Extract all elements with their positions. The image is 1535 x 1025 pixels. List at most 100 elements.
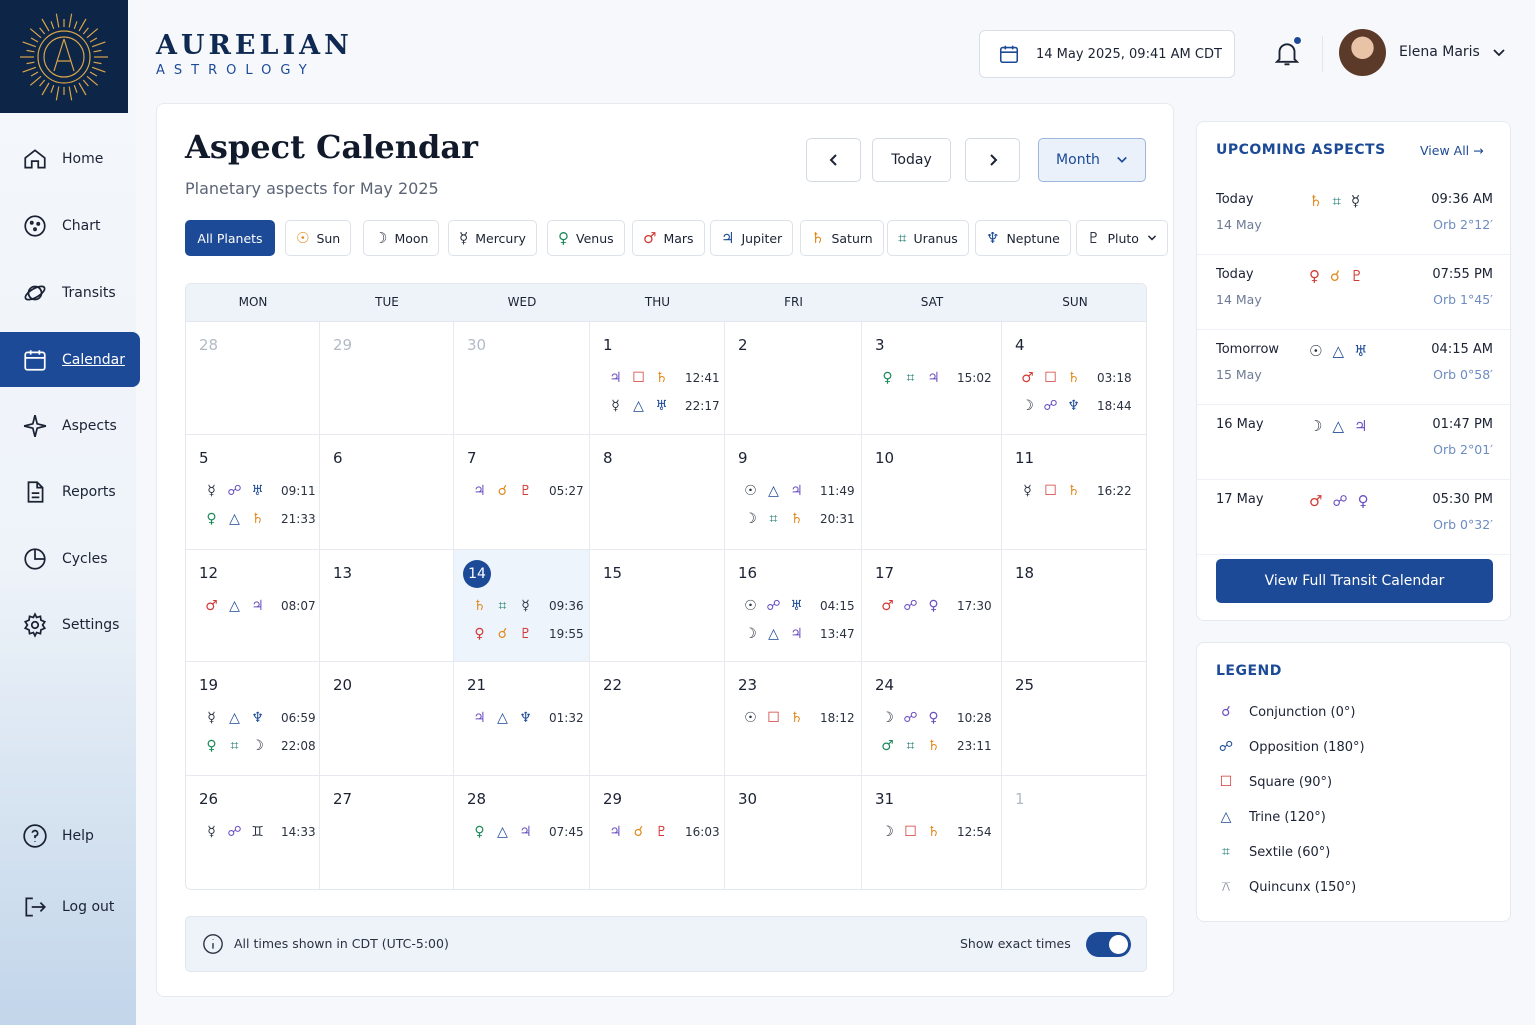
view-all-link[interactable]: View All → — [1420, 143, 1484, 158]
current-datetime[interactable]: 14 May 2025, 09:41 AM CDT — [979, 30, 1235, 78]
day-cell[interactable]: 3 ♀ ⌗ ♃ 15:02 — [862, 322, 1002, 435]
day-cell[interactable]: 6 — [320, 435, 454, 550]
nav-aspects[interactable]: Aspects — [0, 398, 140, 453]
upcoming-aspect-row[interactable]: 17 May ♂ ☍ ♀ 05:30 PM Orb 0°32′ — [1197, 480, 1512, 555]
filter-venus[interactable]: ♀ Venus — [547, 220, 625, 256]
aspect-event[interactable]: ♀ ⌗ ♃ 15:02 — [876, 368, 991, 388]
aspect-event[interactable]: ☉ ☍ ♅ 04:15 — [739, 596, 854, 616]
day-cell[interactable]: 13 — [320, 550, 454, 662]
day-cell[interactable]: 28 ♀ △ ♃ 07:45 — [454, 776, 590, 889]
aspect-event[interactable]: ☿ ☍ ♊ 14:33 — [200, 822, 315, 842]
day-cell[interactable]: 19 ☿ △ ♆ 06:59 ♀ ⌗ ☽ 22:08 — [186, 662, 320, 776]
day-cell[interactable]: 30 — [725, 776, 862, 889]
day-cell[interactable]: 10 — [862, 435, 1002, 550]
nav-cycles[interactable]: Cycles — [0, 531, 140, 586]
aspect-event[interactable]: ♃ ☐ ♄ 12:41 — [604, 368, 719, 388]
nav-reports[interactable]: Reports — [0, 464, 140, 519]
filter-sun[interactable]: ☉ Sun — [285, 220, 352, 256]
day-cell[interactable]: 17 ♂ ☍ ♀ 17:30 — [862, 550, 1002, 662]
brand[interactable]: AURELIAN ASTROLOGY — [156, 30, 353, 78]
day-cell[interactable]: 8 — [590, 435, 725, 550]
today-button[interactable]: Today — [872, 138, 951, 182]
user-name[interactable]: Elena Maris — [1399, 44, 1480, 60]
prev-month-button[interactable] — [806, 138, 861, 182]
day-cell[interactable]: 23 ☉ ☐ ♄ 18:12 — [725, 662, 862, 776]
day-cell[interactable]: 14 ♄ ⌗ ☿ 09:36 ♀ ☌ ♇ 19:55 — [454, 550, 590, 662]
day-cell[interactable]: 11 ☿ ☐ ♄ 16:22 — [1002, 435, 1146, 550]
upcoming-aspect-row[interactable]: Today 14 May ♀ ☌ ♇ 07:55 PM Orb 1°45′ — [1197, 255, 1512, 330]
aspect-event[interactable]: ♀ ☌ ♇ 19:55 — [468, 624, 583, 644]
aspect-event[interactable]: ☉ △ ♃ 11:49 — [739, 481, 854, 501]
aspect-event[interactable]: ♃ ☌ ♇ 16:03 — [604, 822, 719, 842]
aspect-event[interactable]: ☽ ⌗ ♄ 20:31 — [739, 509, 854, 529]
day-cell[interactable]: 15 — [590, 550, 725, 662]
aspect-event[interactable]: ☿ ☐ ♄ 16:22 — [1016, 481, 1131, 501]
filter-all-planets[interactable]: All Planets — [185, 220, 275, 256]
day-cell[interactable]: 31 ☽ ☐ ♄ 12:54 — [862, 776, 1002, 889]
day-cell[interactable]: 29 — [320, 322, 454, 435]
filter-moon[interactable]: ☽ Moon — [363, 220, 440, 256]
filter-mars[interactable]: ♂ Mars — [632, 220, 705, 256]
filter-pluto[interactable]: ♇ Pluto — [1076, 220, 1168, 256]
day-cell[interactable]: 9 ☉ △ ♃ 11:49 ☽ ⌗ ♄ 20:31 — [725, 435, 862, 550]
logo-mark[interactable] — [0, 0, 128, 113]
day-cell[interactable]: 16 ☉ ☍ ♅ 04:15 ☽ △ ♃ 13:47 — [725, 550, 862, 662]
upcoming-aspect-row[interactable]: Today 14 May ♄ ⌗ ☿ 09:36 AM Orb 2°12′ — [1197, 180, 1512, 255]
upcoming-aspect-row[interactable]: 16 May ☽ △ ♃ 01:47 PM Orb 2°01′ — [1197, 405, 1512, 480]
filter-neptune[interactable]: ♆ Neptune — [975, 220, 1071, 256]
day-cell[interactable]: 22 — [590, 662, 725, 776]
next-month-button[interactable] — [965, 138, 1020, 182]
day-cell[interactable]: 18 — [1002, 550, 1146, 662]
aspect-event[interactable]: ♀ ⌗ ☽ 22:08 — [200, 736, 315, 756]
aspect-event[interactable]: ☽ ☍ ♆ 18:44 — [1016, 396, 1131, 416]
aspect-event[interactable]: ☿ ☍ ♅ 09:11 — [200, 481, 315, 501]
day-cell[interactable]: 2 — [725, 322, 862, 435]
aspect-event[interactable]: ☉ ☐ ♄ 18:12 — [739, 708, 854, 728]
day-cell[interactable]: 24 ☽ ☍ ♀ 10:28 ♂ ⌗ ♄ 23:11 — [862, 662, 1002, 776]
aspect-event[interactable]: ♂ △ ♃ 08:07 — [200, 596, 315, 616]
day-cell[interactable]: 7 ♃ ☌ ♇ 05:27 — [454, 435, 590, 550]
aspect-event[interactable]: ☿ △ ♆ 06:59 — [200, 708, 315, 728]
nav-transits[interactable]: Transits — [0, 265, 140, 320]
nav-help[interactable]: Help — [0, 808, 140, 863]
chevron-down-icon[interactable] — [1492, 46, 1506, 60]
filter-jupiter[interactable]: ♃ Jupiter — [710, 220, 794, 256]
nav-home[interactable]: Home — [0, 131, 140, 186]
day-cell[interactable]: 25 — [1002, 662, 1146, 776]
view-select[interactable]: Month — [1038, 138, 1146, 182]
day-cell[interactable]: 27 — [320, 776, 454, 889]
aspect-event[interactable]: ☽ ☐ ♄ 12:54 — [876, 822, 991, 842]
day-cell[interactable]: 30 — [454, 322, 590, 435]
exact-times-toggle[interactable] — [1086, 932, 1131, 957]
aspect-event[interactable]: ♂ ⌗ ♄ 23:11 — [876, 736, 991, 756]
aspect-event[interactable]: ☽ △ ♃ 13:47 — [739, 624, 854, 644]
day-cell[interactable]: 20 — [320, 662, 454, 776]
day-cell[interactable]: 21 ♃ △ ♆ 01:32 — [454, 662, 590, 776]
filter-mercury[interactable]: ☿ Mercury — [448, 220, 537, 256]
aspect-event[interactable]: ♃ △ ♆ 01:32 — [468, 708, 583, 728]
aspect-event[interactable]: ♂ ☐ ♄ 03:18 — [1016, 368, 1131, 388]
aspect-event[interactable]: ☽ ☍ ♀ 10:28 — [876, 708, 991, 728]
day-cell[interactable]: 4 ♂ ☐ ♄ 03:18 ☽ ☍ ♆ 18:44 — [1002, 322, 1146, 435]
day-cell[interactable]: 12 ♂ △ ♃ 08:07 — [186, 550, 320, 662]
nav-logout[interactable]: Log out — [0, 879, 140, 934]
aspect-event[interactable]: ♄ ⌗ ☿ 09:36 — [468, 596, 583, 616]
day-cell[interactable]: 1 ♃ ☐ ♄ 12:41 ☿ △ ♅ 22:17 — [590, 322, 725, 435]
day-cell[interactable]: 1 — [1002, 776, 1146, 889]
upcoming-aspect-row[interactable]: Tomorrow 15 May ☉ △ ♅ 04:15 AM Orb 0°58′ — [1197, 330, 1512, 405]
nav-chart[interactable]: Chart — [0, 198, 140, 253]
aspect-event[interactable]: ♀ △ ♄ 21:33 — [200, 509, 315, 529]
avatar[interactable] — [1339, 29, 1386, 76]
filter-saturn[interactable]: ♄ Saturn — [800, 220, 884, 256]
aspect-event[interactable]: ☿ △ ♅ 22:17 — [604, 396, 719, 416]
nav-settings[interactable]: Settings — [0, 597, 140, 652]
day-cell[interactable]: 29 ♃ ☌ ♇ 16:03 — [590, 776, 725, 889]
day-cell[interactable]: 28 — [186, 322, 320, 435]
nav-calendar[interactable]: Calendar — [0, 332, 140, 387]
filter-uranus[interactable]: ⌗ Uranus — [887, 220, 969, 256]
day-cell[interactable]: 5 ☿ ☍ ♅ 09:11 ♀ △ ♄ 21:33 — [186, 435, 320, 550]
aspect-event[interactable]: ♃ ☌ ♇ 05:27 — [468, 481, 583, 501]
view-full-calendar-button[interactable]: View Full Transit Calendar — [1216, 559, 1493, 603]
day-cell[interactable]: 26 ☿ ☍ ♊ 14:33 — [186, 776, 320, 889]
aspect-event[interactable]: ♀ △ ♃ 07:45 — [468, 822, 583, 842]
